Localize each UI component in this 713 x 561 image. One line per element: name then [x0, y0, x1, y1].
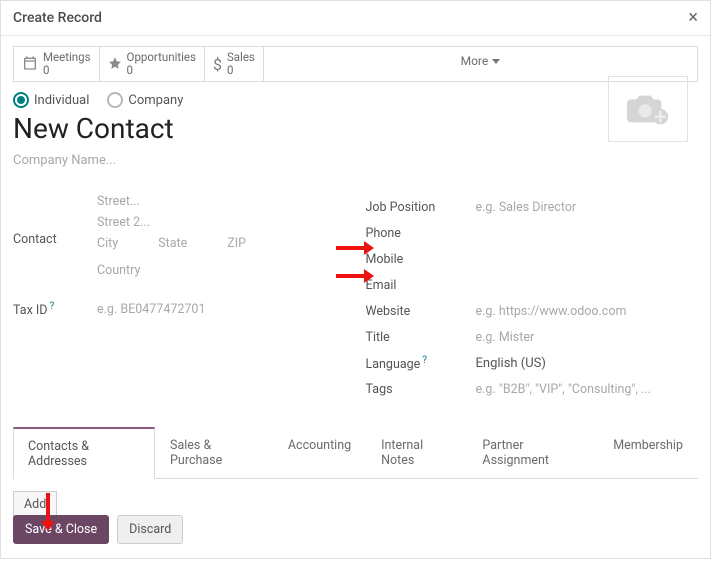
stat-meetings[interactable]: Meetings0 — [14, 47, 100, 81]
camera-plus-icon — [625, 89, 671, 129]
discard-button[interactable]: Discard — [117, 515, 183, 544]
zip-input[interactable]: ZIP — [227, 236, 246, 251]
star-icon — [108, 56, 122, 73]
mobile-label: Mobile — [366, 252, 476, 267]
tab-membership[interactable]: Membership — [598, 427, 698, 479]
tab-partner-assignment[interactable]: Partner Assignment — [467, 427, 598, 479]
calendar-icon — [22, 55, 38, 74]
stat-meetings-label: Meetings — [43, 50, 91, 64]
stat-opportunities[interactable]: Opportunities0 — [100, 47, 205, 81]
radio-icon — [13, 92, 29, 108]
dialog-footer: Save & Close Discard — [13, 515, 183, 544]
tab-contacts-addresses[interactable]: Contacts & Addresses — [13, 427, 155, 479]
dialog-header: Create Record × — [1, 1, 710, 36]
city-input[interactable]: City — [97, 236, 118, 251]
website-input[interactable]: e.g. https://www.odoo.com — [476, 304, 627, 319]
stat-sales-value: 0 — [227, 63, 233, 77]
stat-opportunities-label: Opportunities — [127, 50, 196, 64]
dialog-title: Create Record — [13, 10, 102, 26]
close-icon[interactable]: × — [688, 9, 698, 27]
state-input[interactable]: State — [158, 236, 187, 251]
radio-company[interactable]: Company — [107, 92, 183, 108]
stat-sales-label: Sales — [227, 50, 255, 64]
help-icon[interactable]: ? — [49, 301, 54, 312]
stat-sales[interactable]: $ Sales0 — [205, 47, 264, 81]
tab-sales-purchase[interactable]: Sales & Purchase — [155, 427, 273, 479]
tabs: Contacts & Addresses Sales & Purchase Ac… — [13, 426, 698, 479]
taxid-label: Tax ID? — [13, 301, 97, 318]
language-label: Language? — [366, 355, 476, 372]
website-label: Website — [366, 304, 476, 319]
contact-name-heading[interactable]: New Contact — [13, 112, 698, 145]
email-label: Email — [366, 278, 476, 293]
radio-icon — [107, 92, 123, 108]
tab-accounting[interactable]: Accounting — [273, 427, 366, 479]
help-icon[interactable]: ? — [422, 355, 427, 366]
language-select[interactable]: English (US) — [476, 356, 546, 371]
tags-label: Tags — [366, 382, 476, 397]
tags-input[interactable]: e.g. "B2B", "VIP", "Consulting", ... — [476, 382, 651, 397]
tab-internal-notes[interactable]: Internal Notes — [366, 427, 467, 479]
title-input[interactable]: e.g. Mister — [476, 330, 535, 345]
contact-address-label: Contact — [13, 232, 97, 247]
title-label: Title — [366, 330, 476, 345]
company-name-input[interactable] — [13, 153, 698, 168]
radio-individual[interactable]: Individual — [13, 92, 89, 108]
country-input[interactable]: Country — [97, 263, 346, 278]
phone-label: Phone — [366, 226, 476, 241]
photo-placeholder[interactable] — [608, 76, 688, 142]
street2-input[interactable]: Street 2... — [97, 215, 346, 230]
dollar-icon: $ — [213, 55, 222, 74]
radio-company-label: Company — [128, 93, 183, 108]
street-input[interactable]: Street... — [97, 194, 346, 209]
stat-meetings-value: 0 — [43, 63, 49, 77]
contact-type-radios: Individual Company — [13, 92, 698, 108]
radio-individual-label: Individual — [34, 93, 89, 108]
statbar: Meetings0 Opportunities0 $ Sales0 More — [13, 46, 698, 82]
stat-opportunities-value: 0 — [127, 63, 133, 77]
stat-more-label: More — [461, 54, 489, 68]
address-block: Street... Street 2... City State ZIP Cou… — [97, 194, 346, 284]
chevron-down-icon — [492, 59, 500, 64]
create-record-dialog: Create Record × Meetings0 Opportunities0… — [0, 0, 711, 559]
taxid-input[interactable]: e.g. BE0477472701 — [97, 302, 205, 317]
job-label: Job Position — [366, 200, 476, 215]
save-close-button[interactable]: Save & Close — [13, 515, 109, 544]
job-input[interactable]: e.g. Sales Director — [476, 200, 577, 215]
